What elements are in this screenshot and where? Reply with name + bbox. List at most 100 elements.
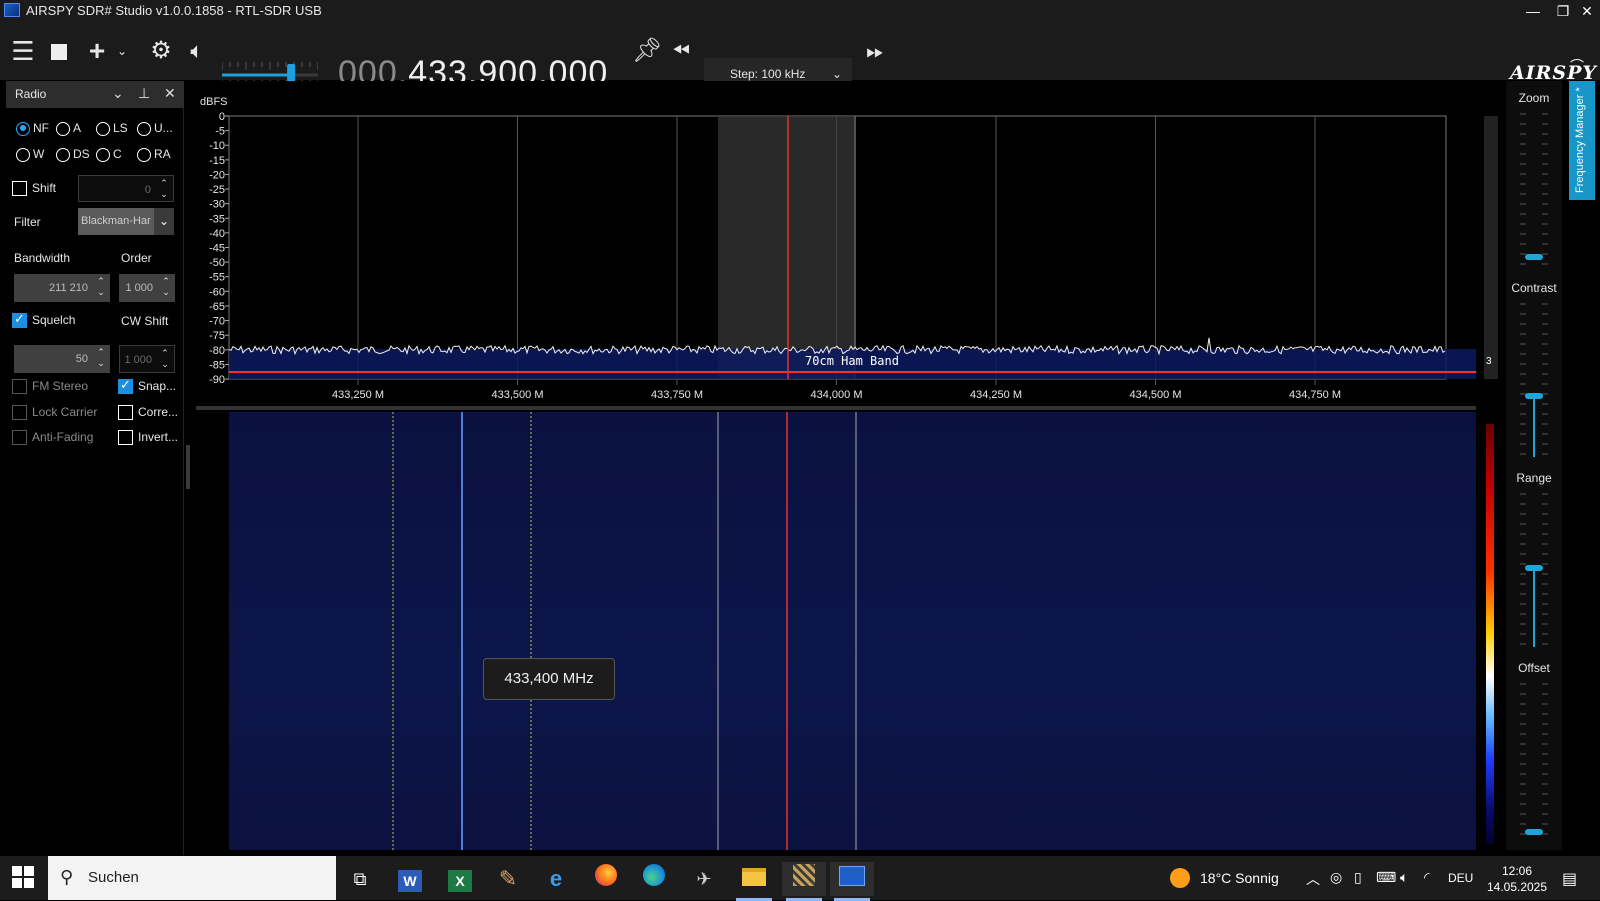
filter-label: Filter — [14, 215, 41, 229]
checkbox-icon — [12, 181, 27, 197]
zoom-slider[interactable] — [1506, 109, 1562, 269]
mode-radio-am[interactable]: A — [56, 120, 81, 138]
edge-app-icon[interactable] — [632, 862, 676, 896]
y-tick-label: -75 — [209, 330, 225, 342]
add-icon[interactable]: + — [84, 22, 110, 80]
excel-app-icon[interactable]: X — [438, 862, 482, 896]
volume-icon[interactable]: 🔈︎ — [1400, 869, 1408, 886]
y-axis-unit: dBFS — [200, 96, 228, 108]
x-tick-label: 433,750 M — [651, 389, 703, 401]
y-tick-label: -40 — [209, 228, 225, 240]
squelch-checkbox[interactable]: Squelch — [12, 311, 75, 330]
checkbox-icon — [12, 311, 27, 329]
spinner-icon[interactable]: ⌃ ⌄ — [94, 276, 108, 298]
contrast-slider[interactable] — [1506, 299, 1562, 459]
radio-panel: Radio ⌄ ⊥ ✕ NF A LS U... W DS C RA Shift… — [6, 81, 184, 855]
file-explorer-icon[interactable] — [732, 862, 776, 901]
network-icon[interactable]: ◜ — [1424, 869, 1429, 886]
x-tick-label: 434,500 M — [1130, 389, 1182, 401]
weather-sun-icon[interactable] — [1170, 868, 1190, 888]
waterfall-overlay — [392, 412, 857, 850]
spinner-icon[interactable]: ⌃ ⌄ — [159, 276, 173, 298]
paint-app-icon[interactable] — [782, 862, 826, 901]
chevron-up-icon[interactable]: ︿ — [1306, 869, 1320, 889]
gear-icon[interactable]: ⚙ — [146, 22, 176, 80]
waterfall-divider[interactable] — [196, 406, 1476, 410]
waterfall-color-scale — [1486, 424, 1494, 844]
fast-forward-icon[interactable]: ⏩︎ — [860, 22, 890, 80]
internet-explorer-icon[interactable]: e — [534, 862, 578, 896]
speaker-icon[interactable]: 🔈︎ — [182, 22, 212, 80]
anti-fading-checkbox[interactable]: Anti-Fading — [12, 429, 93, 447]
pin-icon[interactable]: 📌︎ — [632, 22, 662, 80]
ime-icon[interactable]: ⌨ — [1376, 869, 1396, 886]
stop-icon[interactable] — [51, 44, 67, 60]
spectrum-side-value: 3 — [1486, 356, 1492, 367]
mode-radio-raw[interactable]: RA — [137, 146, 171, 164]
panel-resize-handle[interactable] — [186, 445, 190, 489]
offset-slider[interactable] — [1506, 679, 1562, 839]
mode-radio-nf[interactable]: NF — [16, 120, 49, 138]
chevron-down-icon[interactable]: ⌄ — [112, 85, 124, 102]
spectrum-scrollbar[interactable] — [1484, 116, 1498, 379]
mode-radio-cw[interactable]: C — [96, 146, 122, 164]
webcam-icon[interactable]: ◎ — [1330, 869, 1342, 886]
squelch-input[interactable]: 50 ⌃ ⌄ — [14, 345, 110, 373]
cw-shift-input[interactable]: 1 000 ⌃ ⌄ — [119, 345, 175, 373]
clock[interactable]: 12:06 14.05.2025 — [1486, 863, 1548, 895]
firefox-app-icon[interactable] — [584, 862, 628, 896]
filter-select[interactable]: Blackman-Har ⌄ — [78, 208, 174, 235]
mode-radio-wfm[interactable]: W — [16, 146, 44, 164]
radio-dot-icon — [56, 147, 70, 162]
usb-icon[interactable]: ▯ — [1354, 869, 1362, 886]
radio-dot-icon — [96, 147, 110, 162]
minimize-button[interactable]: — — [1518, 1, 1548, 21]
mode-radio-lsb[interactable]: LS — [96, 120, 128, 138]
lock-carrier-checkbox[interactable]: Lock Carrier — [12, 404, 97, 422]
shift-checkbox[interactable]: Shift — [12, 180, 56, 198]
notification-icon[interactable]: ▤ — [1562, 869, 1577, 889]
search-icon: ⚲ — [60, 867, 74, 887]
range-slider[interactable] — [1506, 489, 1562, 649]
vfo-bandwidth-region[interactable] — [718, 116, 856, 379]
chevron-down-icon[interactable]: ⌄ — [114, 22, 130, 80]
snap-checkbox[interactable]: Snap... — [118, 377, 176, 396]
spinner-icon[interactable]: ⌃ ⌄ — [157, 178, 171, 200]
weather-text[interactable]: 18°C Sonnig — [1200, 870, 1279, 886]
rewind-icon[interactable]: ⏪︎ — [666, 22, 696, 80]
bandwidth-input[interactable]: 211 210 ⌃ ⌄ — [14, 274, 110, 302]
windows-start-icon[interactable] — [12, 866, 34, 888]
order-input[interactable]: 1 000 ⌃ ⌄ — [119, 274, 175, 302]
correct-iq-checkbox[interactable]: Corre... — [118, 404, 178, 422]
invert-checkbox[interactable]: Invert... — [118, 429, 178, 447]
x-tick-label: 433,250 M — [332, 389, 384, 401]
radio-dot-icon — [137, 121, 151, 136]
taskbar-search-box[interactable]: ⚲ Suchen — [48, 856, 336, 900]
radio-panel-title: Radio — [15, 87, 47, 101]
frequency-manager-tab[interactable]: Frequency Manager * — [1569, 81, 1595, 200]
spectrum-analyzer[interactable]: dBFS 0 -5 -10 -15 -20 -25 -30 -35 -40 -45 -50 -55 -6… — [196, 81, 1498, 401]
close-button[interactable]: ✕ — [1572, 1, 1600, 21]
app-icon — [4, 3, 20, 17]
input-language[interactable]: DEU — [1448, 871, 1473, 885]
tools-app-icon[interactable]: ✎ — [486, 862, 530, 896]
close-icon[interactable]: ✕ — [164, 85, 176, 102]
utility-app-icon[interactable]: ✈ — [682, 862, 726, 896]
mode-radio-usb[interactable]: U... — [137, 120, 173, 138]
shift-input[interactable]: 0 ⌃ ⌄ — [78, 175, 174, 202]
mode-radio-dsb[interactable]: DS — [56, 146, 90, 164]
sdrsharp-app-icon[interactable] — [830, 862, 874, 901]
spinner-icon[interactable]: ⌃ ⌄ — [94, 347, 108, 369]
spinner-icon[interactable]: ⌃ ⌄ — [158, 348, 172, 370]
step-label: Step: 100 kHz — [730, 67, 806, 81]
fm-stereo-checkbox[interactable]: FM Stereo — [12, 378, 88, 396]
x-tick-label: 433,500 M — [492, 389, 544, 401]
pin-icon[interactable]: ⊥ — [138, 85, 150, 102]
checkbox-icon — [118, 430, 133, 446]
word-app-icon[interactable]: W — [388, 862, 432, 896]
radio-dot-icon — [137, 147, 151, 162]
range-label: Range — [1516, 471, 1552, 485]
menu-icon[interactable]: ☰ — [6, 22, 40, 80]
task-view-icon[interactable]: ⧉ — [338, 862, 382, 896]
radio-dot-icon — [96, 121, 110, 136]
